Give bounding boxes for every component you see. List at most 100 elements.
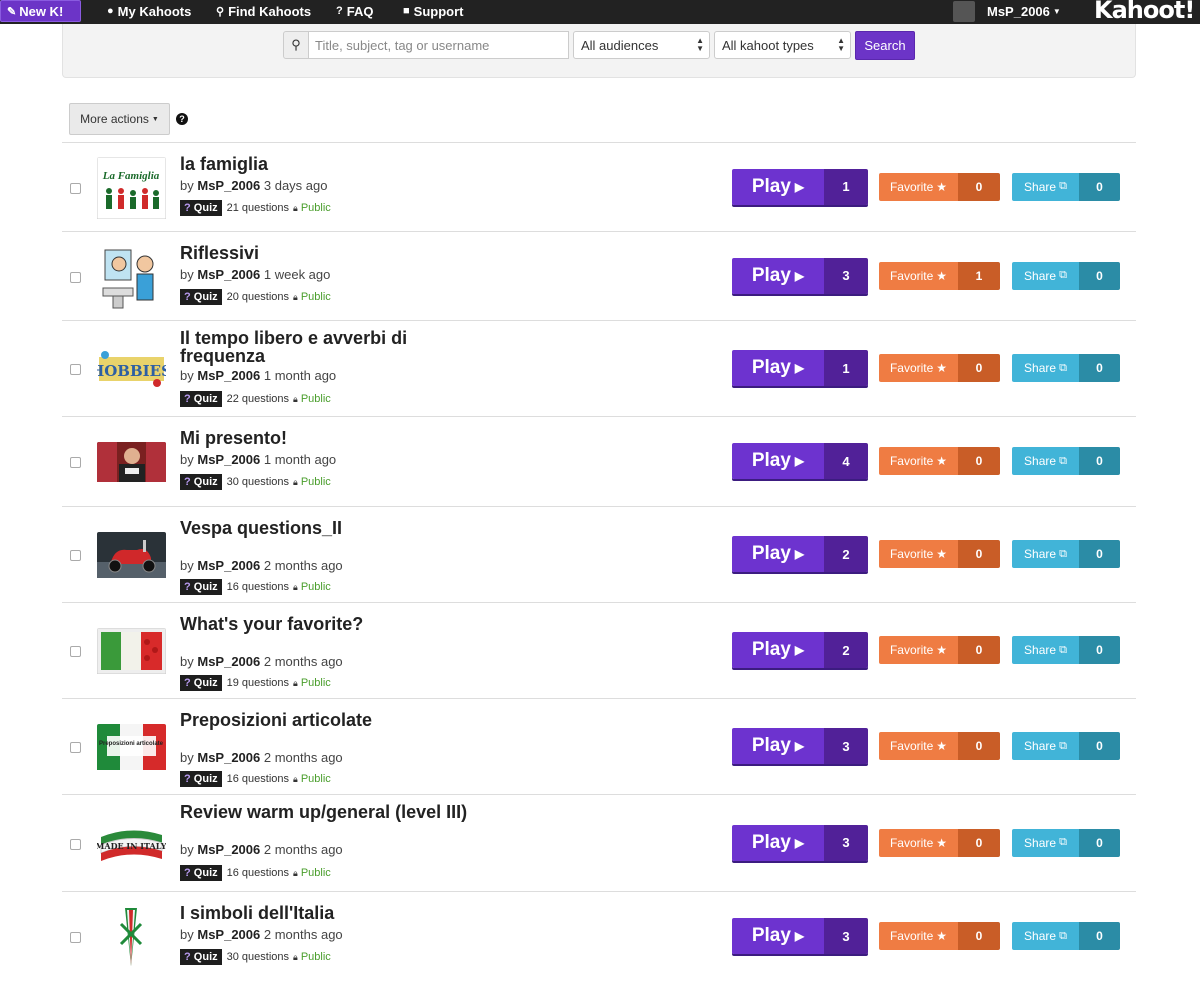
question-mark-icon: ? [184, 393, 191, 405]
play-button[interactable]: Play ▶ 4 [732, 443, 868, 479]
kahoot-title[interactable]: la famiglia [180, 155, 480, 173]
new-kahoot-button[interactable]: ✎ New K! [0, 0, 81, 22]
search-button[interactable]: Search [855, 31, 915, 60]
nav-support[interactable]: ■ Support [403, 0, 463, 22]
author-link[interactable]: MsP_2006 [197, 927, 260, 942]
share-count: 0 [1079, 732, 1120, 760]
share-button[interactable]: Share ⧉ 0 [1012, 447, 1120, 475]
favorite-button[interactable]: Favorite ★ 0 [879, 447, 1000, 475]
more-actions-button[interactable]: More actions ▼ [69, 103, 170, 135]
select-arrows-icon: ▲ ▼ [696, 36, 704, 53]
nav-my-kahoots[interactable]: ● My Kahoots [107, 0, 191, 22]
favorite-text: Favorite [889, 268, 934, 283]
kahoot-thumbnail[interactable]: Preposizioni articolate [97, 724, 166, 775]
share-button[interactable]: Share ⧉ 0 [1012, 261, 1120, 290]
kahoot-title[interactable]: I simboli dell'Italia [180, 904, 480, 922]
kahoot-thumbnail[interactable]: La Famiglia [97, 156, 166, 224]
quiz-type: Quiz [193, 581, 218, 593]
favorite-button[interactable]: Favorite ★ 0 [879, 828, 1000, 857]
play-button[interactable]: Play ▶ 1 [732, 350, 868, 386]
play-button[interactable]: Play ▶ 3 [732, 257, 868, 294]
kahoot-row: I simboli dell'Italia by MsP_2006 2 mont… [62, 891, 1136, 981]
kahoot-thumbnail[interactable]: HOBBIES [97, 349, 166, 394]
kahoot-byline: by MsP_2006 3 days ago [180, 178, 327, 193]
user-menu[interactable]: MsP_2006 ▼ [987, 0, 1061, 22]
kahoot-title[interactable]: Vespa questions_II [180, 519, 480, 537]
play-count: 4 [824, 443, 868, 479]
author-link[interactable]: MsP_2006 [197, 842, 260, 857]
created-ago: 3 days ago [263, 178, 328, 193]
favorite-button[interactable]: Favorite ★ 0 [879, 172, 1000, 201]
play-button[interactable]: Play ▶ 3 [732, 918, 868, 954]
kahoot-title[interactable]: Preposizioni articolate [180, 711, 480, 729]
row-checkbox[interactable] [70, 932, 81, 943]
kahoot-title[interactable]: Mi presento! [180, 429, 480, 447]
favorite-button[interactable]: Favorite ★ 0 [879, 540, 1000, 568]
nav-faq[interactable]: ? FAQ [336, 0, 373, 22]
favorite-button[interactable]: Favorite ★ 0 [879, 732, 1000, 760]
author-link[interactable]: MsP_2006 [197, 267, 260, 282]
row-checkbox[interactable] [70, 182, 81, 194]
kahoot-thumbnail[interactable] [97, 532, 166, 583]
share-button[interactable]: Share ⧉ 0 [1012, 636, 1120, 664]
audience-select[interactable]: All audiences ▲ ▼ [573, 31, 710, 59]
share-button[interactable]: Share ⧉ 0 [1012, 732, 1120, 760]
favorite-button[interactable]: Favorite ★ 0 [879, 636, 1000, 664]
kahoot-logo[interactable]: Kahoot! [1094, 0, 1195, 24]
star-icon: ★ [936, 835, 948, 850]
nav-find-kahoots[interactable]: ⚲ Find Kahoots [216, 0, 311, 22]
lock-icon: 🔒︎ [293, 393, 298, 404]
share-button[interactable]: Share ⧉ 0 [1012, 354, 1120, 382]
visibility: Public [300, 677, 331, 689]
play-button[interactable]: Play ▶ 2 [732, 632, 868, 668]
row-checkbox[interactable] [70, 550, 81, 561]
kahoot-thumbnail[interactable] [97, 243, 166, 315]
share-icon: ⧉ [1059, 180, 1067, 192]
share-button[interactable]: Share ⧉ 0 [1012, 828, 1120, 857]
share-button[interactable]: Share ⧉ 0 [1012, 540, 1120, 568]
help-icon[interactable]: ? [176, 113, 188, 125]
kahoot-thumbnail[interactable] [97, 628, 166, 679]
favorite-label: Favorite ★ [879, 922, 958, 950]
kahoot-title[interactable]: Riflessivi [180, 244, 480, 262]
quiz-type: Quiz [193, 476, 218, 488]
play-button[interactable]: Play ▶ 3 [732, 728, 868, 764]
created-ago: 2 months ago [263, 558, 343, 573]
author-link[interactable]: MsP_2006 [197, 558, 260, 573]
author-link[interactable]: MsP_2006 [197, 178, 260, 193]
kahoot-thumbnail[interactable] [97, 904, 166, 975]
kahoot-thumbnail[interactable]: MADE IN ITALY [97, 822, 166, 870]
play-label: Play ▶ [732, 728, 824, 764]
kahoot-meta: ? Quiz 16 questions 🔒︎ Public [180, 579, 331, 595]
row-checkbox[interactable] [70, 742, 81, 753]
share-button[interactable]: Share ⧉ 0 [1012, 922, 1120, 950]
avatar[interactable] [953, 1, 975, 22]
kahoot-thumbnail[interactable] [97, 442, 166, 487]
lock-icon: 🔒︎ [293, 202, 298, 213]
author-link[interactable]: MsP_2006 [197, 750, 260, 765]
author-link[interactable]: MsP_2006 [197, 368, 260, 383]
search-input[interactable] [308, 31, 569, 59]
star-icon: ★ [936, 268, 948, 283]
row-checkbox[interactable] [70, 838, 81, 850]
favorite-button[interactable]: Favorite ★ 0 [879, 922, 1000, 950]
share-count: 0 [1079, 828, 1120, 857]
thumbnail-hobbies-text: HOBBIES [97, 362, 166, 380]
row-checkbox[interactable] [70, 364, 81, 375]
row-checkbox[interactable] [70, 271, 81, 283]
quiz-type: Quiz [193, 202, 218, 214]
favorite-button[interactable]: Favorite ★ 1 [879, 261, 1000, 290]
play-button[interactable]: Play ▶ 3 [732, 824, 868, 861]
favorite-button[interactable]: Favorite ★ 0 [879, 354, 1000, 382]
kahoot-title[interactable]: Il tempo libero e avverbi di frequenza [180, 329, 480, 365]
author-link[interactable]: MsP_2006 [197, 654, 260, 669]
play-button[interactable]: Play ▶ 2 [732, 536, 868, 572]
share-button[interactable]: Share ⧉ 0 [1012, 172, 1120, 201]
kahoot-type-select[interactable]: All kahoot types ▲ ▼ [714, 31, 851, 59]
author-link[interactable]: MsP_2006 [197, 452, 260, 467]
kahoot-title[interactable]: Review warm up/general (level III) [180, 803, 480, 821]
play-button[interactable]: Play ▶ 1 [732, 168, 868, 205]
kahoot-title[interactable]: What's your favorite? [180, 615, 480, 633]
row-checkbox[interactable] [70, 457, 81, 468]
row-checkbox[interactable] [70, 646, 81, 657]
